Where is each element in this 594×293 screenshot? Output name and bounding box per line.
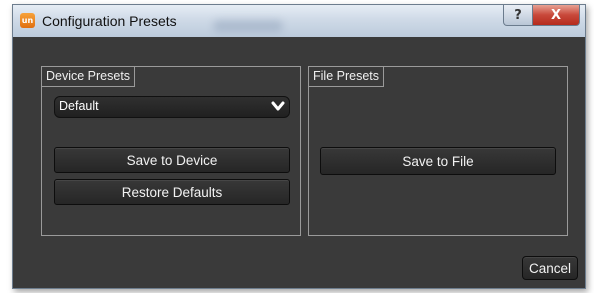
device-preset-select[interactable]: Default (54, 96, 290, 118)
chevron-down-icon (271, 101, 285, 111)
device-presets-group: Device Presets Default Save to Device Re… (41, 66, 301, 236)
restore-defaults-button[interactable]: Restore Defaults (54, 179, 290, 205)
device-presets-label: Device Presets (41, 66, 136, 87)
dialog-content: Device Presets Default Save to Device Re… (13, 37, 585, 288)
configuration-presets-dialog: un Configuration Presets ? X Device Pres… (12, 4, 586, 289)
save-to-device-button[interactable]: Save to Device (54, 147, 290, 173)
help-button[interactable]: ? (503, 5, 533, 26)
cancel-button[interactable]: Cancel (522, 256, 578, 280)
title-bar-blur (213, 20, 283, 32)
save-to-file-button[interactable]: Save to File (320, 147, 556, 175)
file-presets-group: File Presets Save to File (308, 66, 568, 236)
window-title: Configuration Presets (42, 13, 177, 29)
app-logo-icon: un (20, 13, 35, 28)
file-presets-label: File Presets (308, 66, 384, 87)
title-bar[interactable]: un Configuration Presets ? X (13, 5, 585, 37)
selected-preset-value: Default (59, 99, 99, 113)
close-button[interactable]: X (532, 5, 580, 26)
close-icon: X (550, 7, 562, 23)
